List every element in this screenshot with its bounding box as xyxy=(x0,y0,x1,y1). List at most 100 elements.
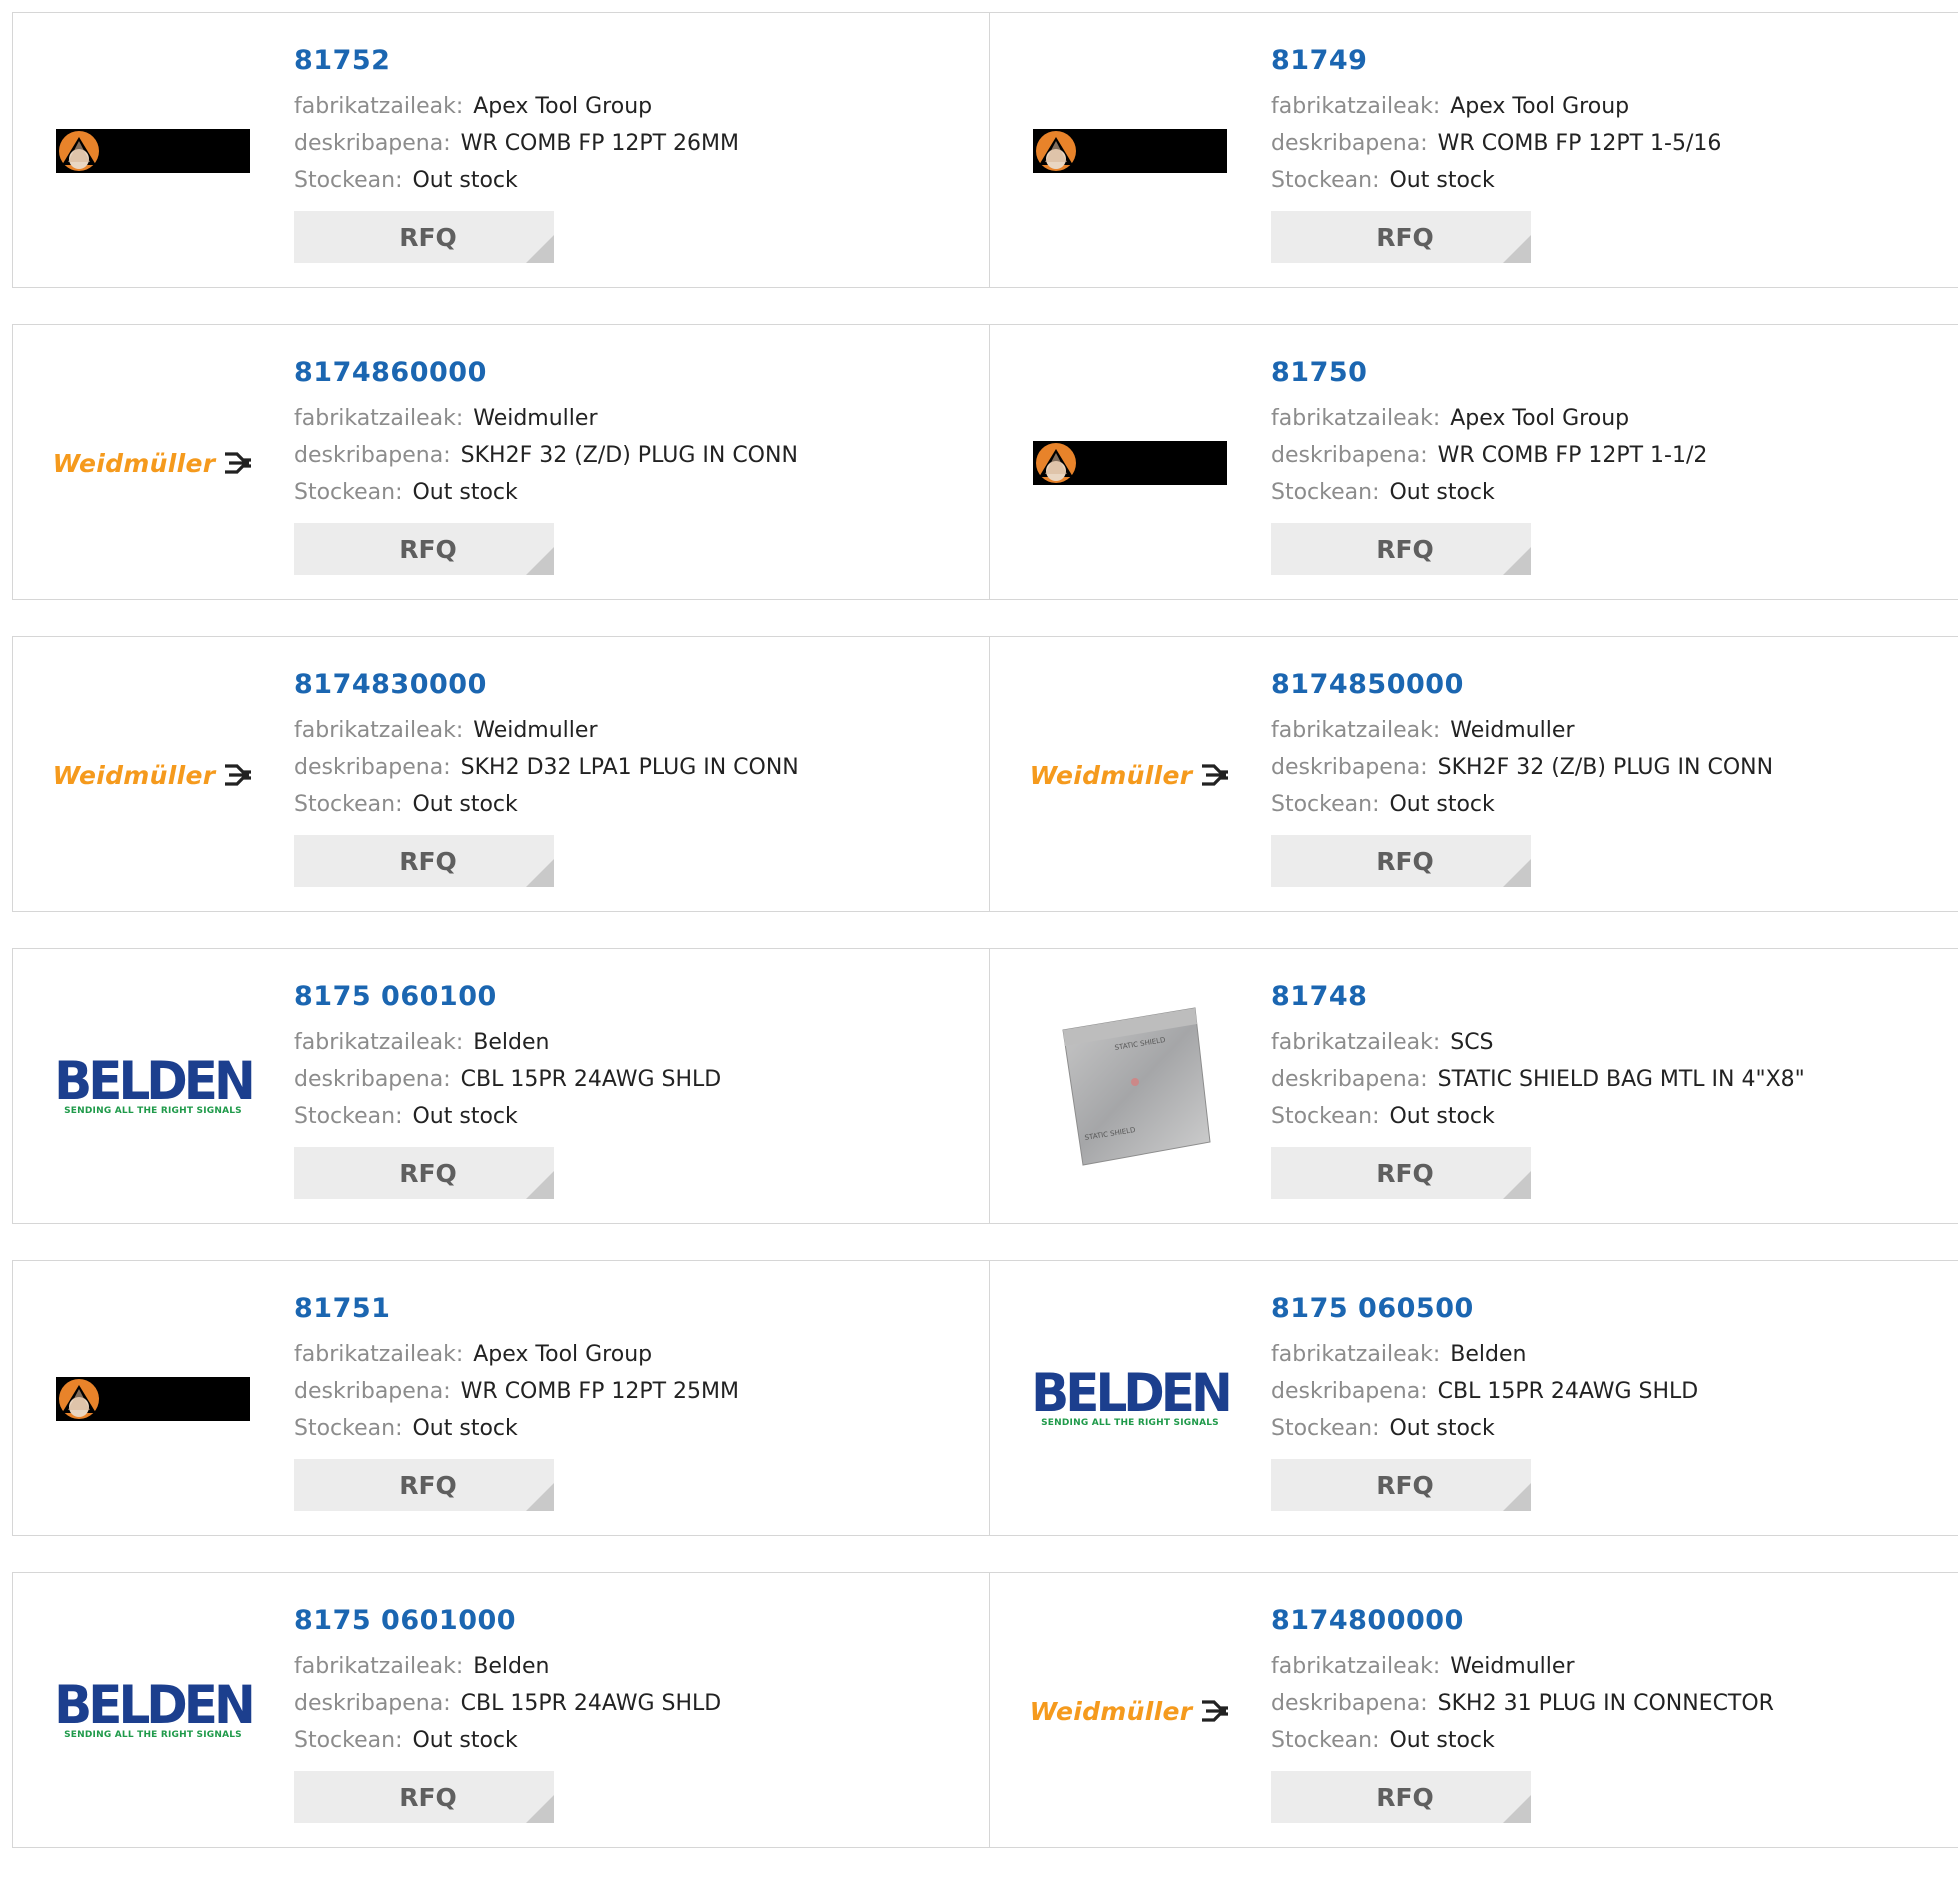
manufacturer-logo[interactable] xyxy=(53,91,253,211)
stock-label: Stockean: xyxy=(294,1416,403,1441)
part-number-link[interactable]: 8175 0601000 xyxy=(294,1606,721,1636)
product-card: BELDEN SENDING ALL THE RIGHT SIGNALS 8175 … xyxy=(990,1260,1958,1536)
product-info: 8175 060500 fabrikatzaileak: Belden deskrib… xyxy=(1271,1294,1698,1511)
stock-line: Stockean: Out stock xyxy=(1271,162,1721,199)
stock-line: Stockean: Out stock xyxy=(294,162,739,199)
part-number-link[interactable]: 81750 xyxy=(1271,358,1707,388)
stock-label: Stockean: xyxy=(1271,480,1380,505)
rfq-button[interactable]: RFQ xyxy=(1271,1771,1531,1823)
description-line: deskribapena: SKH2F 32 (Z/B) PLUG IN CONN xyxy=(1271,749,1773,786)
manufacturer-logo[interactable]: Weidmüller xyxy=(53,403,253,523)
product-info: 81751 fabrikatzaileak: Apex Tool Group desk… xyxy=(294,1294,739,1511)
stock-line: Stockean: Out stock xyxy=(1271,786,1773,823)
apex-tool-group-logo xyxy=(56,129,250,173)
description-value: CBL 15PR 24AWG SHLD xyxy=(460,1691,722,1716)
description-label: deskribapena: xyxy=(294,443,451,468)
rfq-button[interactable]: RFQ xyxy=(1271,523,1531,575)
rfq-button[interactable]: RFQ xyxy=(1271,835,1531,887)
corner-fold-icon xyxy=(526,859,554,887)
part-number-link[interactable]: 81752 xyxy=(294,46,739,76)
product-info: 81750 fabrikatzaileak: Apex Tool Group desk… xyxy=(1271,358,1707,575)
rfq-button[interactable]: RFQ xyxy=(294,1771,554,1823)
part-number-link[interactable]: 8175 060500 xyxy=(1271,1294,1698,1324)
manufacturer-logo[interactable] xyxy=(1030,403,1230,523)
product-grid: 81752 fabrikatzaileak: Apex Tool Group desk… xyxy=(12,12,1958,1884)
part-number-link[interactable]: 8174800000 xyxy=(1271,1606,1774,1636)
manufacturer-logo[interactable] xyxy=(1030,91,1230,211)
rfq-button[interactable]: RFQ xyxy=(294,211,554,263)
description-line: deskribapena: STATIC SHIELD BAG MTL IN 4"… xyxy=(1271,1061,1805,1098)
part-number-link[interactable]: 8174830000 xyxy=(294,670,799,700)
product-info: 81752 fabrikatzaileak: Apex Tool Group desk… xyxy=(294,46,739,263)
part-number-link[interactable]: 81749 xyxy=(1271,46,1721,76)
manufacturer-logo[interactable]: Weidmüller xyxy=(53,715,253,835)
product-row: Weidmüller 8174860000 fabrikatzaileak: Weid… xyxy=(12,324,1958,600)
part-number-link[interactable]: 81748 xyxy=(1271,982,1805,1012)
apex-tool-group-logo xyxy=(56,1377,250,1421)
manufacturer-logo[interactable]: STATIC SHIELD STATIC SHIELD xyxy=(1030,1007,1230,1166)
rfq-button[interactable]: RFQ xyxy=(294,1459,554,1511)
product-row: 81752 fabrikatzaileak: Apex Tool Group desk… xyxy=(12,12,1958,288)
rfq-label: RFQ xyxy=(1376,222,1434,252)
description-line: deskribapena: WR COMB FP 12PT 1-1/2 xyxy=(1271,437,1707,474)
rfq-button[interactable]: RFQ xyxy=(1271,1147,1531,1199)
stock-line: Stockean: Out stock xyxy=(294,1410,739,1447)
product-card: STATIC SHIELD STATIC SHIELD 81748 fabrikatz… xyxy=(990,948,1958,1224)
stock-label: Stockean: xyxy=(294,480,403,505)
rfq-button[interactable]: RFQ xyxy=(1271,211,1531,263)
description-label: deskribapena: xyxy=(294,1691,451,1716)
weidmuller-logo: Weidmüller xyxy=(1030,761,1231,790)
manufacturer-label: fabrikatzaileak: xyxy=(294,94,464,119)
description-value: CBL 15PR 24AWG SHLD xyxy=(460,1067,722,1092)
manufacturer-label: fabrikatzaileak: xyxy=(1271,406,1441,431)
rfq-label: RFQ xyxy=(1376,1470,1434,1500)
description-line: deskribapena: CBL 15PR 24AWG SHLD xyxy=(294,1061,721,1098)
corner-fold-icon xyxy=(1503,1483,1531,1511)
manufacturer-logo[interactable]: Weidmüller xyxy=(1030,1651,1230,1771)
corner-fold-icon xyxy=(1503,547,1531,575)
manufacturer-value: Apex Tool Group xyxy=(1450,94,1630,119)
rfq-button[interactable]: RFQ xyxy=(294,835,554,887)
manufacturer-value: Belden xyxy=(1450,1342,1527,1367)
stock-value: Out stock xyxy=(412,1416,518,1441)
manufacturer-logo[interactable]: Weidmüller xyxy=(1030,715,1230,835)
manufacturer-value: Apex Tool Group xyxy=(1450,406,1630,431)
stock-value: Out stock xyxy=(1389,168,1495,193)
stock-label: Stockean: xyxy=(1271,168,1380,193)
manufacturer-line: fabrikatzaileak: Weidmuller xyxy=(294,712,799,749)
apex-tool-group-logo xyxy=(1033,441,1227,485)
part-number-link[interactable]: 81751 xyxy=(294,1294,739,1324)
part-number-link[interactable]: 8174850000 xyxy=(1271,670,1773,700)
manufacturer-value: SCS xyxy=(1450,1030,1494,1055)
rfq-button[interactable]: RFQ xyxy=(294,1147,554,1199)
stock-value: Out stock xyxy=(1389,1104,1495,1129)
part-number-link[interactable]: 8175 060100 xyxy=(294,982,721,1012)
manufacturer-logo[interactable]: BELDEN SENDING ALL THE RIGHT SIGNALS xyxy=(53,1027,256,1147)
product-card: Weidmüller 8174800000 fabrikatzaileak: Weid… xyxy=(990,1572,1958,1848)
part-number-link[interactable]: 8174860000 xyxy=(294,358,798,388)
product-row: BELDEN SENDING ALL THE RIGHT SIGNALS 8175 … xyxy=(12,948,1958,1224)
manufacturer-line: fabrikatzaileak: Apex Tool Group xyxy=(294,88,739,125)
rfq-label: RFQ xyxy=(1376,1158,1434,1188)
product-info: 8174830000 fabrikatzaileak: Weidmuller desk… xyxy=(294,670,799,887)
rfq-label: RFQ xyxy=(399,1158,457,1188)
corner-fold-icon xyxy=(526,1483,554,1511)
product-card: Weidmüller 8174860000 fabrikatzaileak: Weid… xyxy=(12,324,990,600)
corner-fold-icon xyxy=(1503,235,1531,263)
stock-label: Stockean: xyxy=(1271,1104,1380,1129)
rfq-label: RFQ xyxy=(1376,1782,1434,1812)
manufacturer-logo[interactable]: BELDEN SENDING ALL THE RIGHT SIGNALS xyxy=(1030,1339,1233,1459)
stock-label: Stockean: xyxy=(294,1104,403,1129)
stock-line: Stockean: Out stock xyxy=(294,1098,721,1135)
description-value: WR COMB FP 12PT 1-1/2 xyxy=(1437,443,1708,468)
product-card: BELDEN SENDING ALL THE RIGHT SIGNALS 8175 … xyxy=(12,1572,990,1848)
rfq-button[interactable]: RFQ xyxy=(294,523,554,575)
description-label: deskribapena: xyxy=(1271,443,1428,468)
stock-value: Out stock xyxy=(1389,1728,1495,1753)
manufacturer-logo[interactable]: BELDEN SENDING ALL THE RIGHT SIGNALS xyxy=(53,1651,256,1771)
rfq-button[interactable]: RFQ xyxy=(1271,1459,1531,1511)
manufacturer-label: fabrikatzaileak: xyxy=(1271,1342,1441,1367)
manufacturer-logo[interactable] xyxy=(53,1339,253,1459)
manufacturer-line: fabrikatzaileak: Belden xyxy=(294,1024,721,1061)
product-info: 8174850000 fabrikatzaileak: Weidmuller desk… xyxy=(1271,670,1773,887)
